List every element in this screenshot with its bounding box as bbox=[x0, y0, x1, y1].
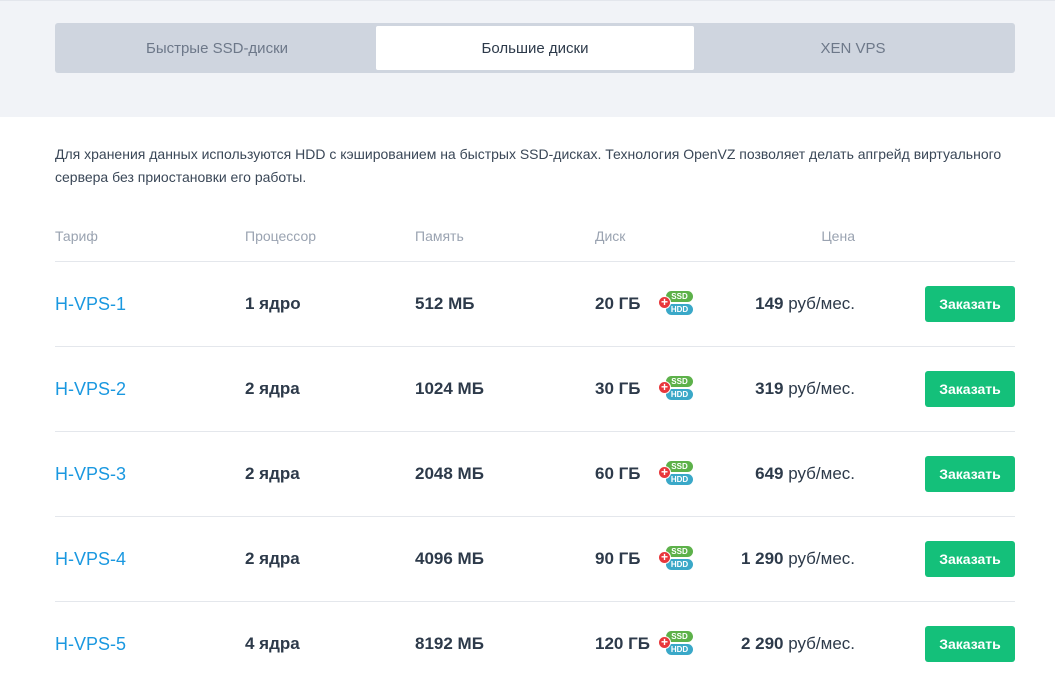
header-cpu: Процессор bbox=[245, 228, 317, 244]
plan-cpu: 1 ядро bbox=[245, 294, 301, 313]
tab-ssd-disks[interactable]: Быстрые SSD-диски bbox=[58, 26, 376, 70]
tab-big-disks[interactable]: Большие диски bbox=[376, 26, 694, 70]
ssd-hdd-badge-icon: SSD HDD + bbox=[658, 631, 694, 655]
plan-price-value: 149 bbox=[755, 294, 784, 313]
price-unit: руб/мес. bbox=[788, 294, 855, 313]
plus-icon: + bbox=[658, 466, 671, 479]
price-unit: руб/мес. bbox=[788, 379, 855, 398]
plan-memory: 1024 МБ bbox=[415, 379, 484, 398]
plan-price: 149 руб/мес. bbox=[700, 294, 855, 314]
price-unit: руб/мес. bbox=[788, 464, 855, 483]
plan-disk: 30 ГБ bbox=[595, 379, 641, 398]
table-row: H-VPS-3 2 ядра 2048 МБ 60 ГБ SSD HDD + 649 руб/… bbox=[0, 431, 1055, 516]
plan-memory: 2048 МБ bbox=[415, 464, 484, 483]
ssd-hdd-badge-icon: SSD HDD + bbox=[658, 376, 694, 400]
table-row: H-VPS-5 4 ядра 8192 МБ 120 ГБ SSD HDD + 2 290 р… bbox=[0, 601, 1055, 686]
plan-price-value: 649 bbox=[755, 464, 784, 483]
plan-name-link[interactable]: H-VPS-1 bbox=[55, 294, 126, 315]
plus-icon: + bbox=[658, 381, 671, 394]
tab-bar: Быстрые SSD-диски Большие диски XEN VPS bbox=[55, 23, 1015, 73]
header-memory: Память bbox=[415, 228, 464, 244]
plan-disk: 120 ГБ bbox=[595, 634, 650, 653]
table-row: H-VPS-2 2 ядра 1024 МБ 30 ГБ SSD HDD + 319 руб/… bbox=[0, 346, 1055, 431]
plan-name-link[interactable]: H-VPS-2 bbox=[55, 379, 126, 400]
plan-cpu: 2 ядра bbox=[245, 464, 300, 483]
plan-memory: 8192 МБ bbox=[415, 634, 484, 653]
plan-disk: 60 ГБ bbox=[595, 464, 641, 483]
tab-xen-vps[interactable]: XEN VPS bbox=[694, 26, 1012, 70]
plan-cpu: 4 ядра bbox=[245, 634, 300, 653]
plan-disk: 20 ГБ bbox=[595, 294, 641, 313]
plan-description: Для хранения данных используются HDD с к… bbox=[55, 146, 1002, 185]
plan-price: 649 руб/мес. bbox=[700, 464, 855, 484]
header-plan: Тариф bbox=[55, 228, 98, 244]
order-button[interactable]: Заказать bbox=[925, 541, 1015, 577]
plan-name-link[interactable]: H-VPS-4 bbox=[55, 549, 126, 570]
price-unit: руб/мес. bbox=[788, 549, 855, 568]
order-button[interactable]: Заказать bbox=[925, 626, 1015, 662]
plan-price-value: 319 bbox=[755, 379, 784, 398]
table-row: H-VPS-1 1 ядро 512 МБ 20 ГБ SSD HDD + 149 руб/м… bbox=[0, 261, 1055, 346]
plan-cpu: 2 ядра bbox=[245, 379, 300, 398]
plan-price: 1 290 руб/мес. bbox=[700, 549, 855, 569]
ssd-hdd-badge-icon: SSD HDD + bbox=[658, 546, 694, 570]
ssd-hdd-badge-icon: SSD HDD + bbox=[658, 291, 694, 315]
header-disk: Диск bbox=[595, 228, 626, 244]
price-unit: руб/мес. bbox=[788, 634, 855, 653]
table-row: H-VPS-4 2 ядра 4096 МБ 90 ГБ SSD HDD + 1 290 ру… bbox=[0, 516, 1055, 601]
header-price: Цена bbox=[821, 228, 855, 244]
plan-price: 319 руб/мес. bbox=[700, 379, 855, 399]
tabs-band: Быстрые SSD-диски Большие диски XEN VPS bbox=[0, 0, 1055, 117]
plan-cpu: 2 ядра bbox=[245, 549, 300, 568]
order-button[interactable]: Заказать bbox=[925, 286, 1015, 322]
plan-price-value: 1 290 bbox=[740, 549, 784, 568]
plus-icon: + bbox=[658, 551, 671, 564]
table-header: Тариф Процессор Память Диск Цена bbox=[0, 228, 1055, 248]
plan-name-link[interactable]: H-VPS-3 bbox=[55, 464, 126, 485]
plan-memory: 512 МБ bbox=[415, 294, 475, 313]
order-button[interactable]: Заказать bbox=[925, 456, 1015, 492]
plus-icon: + bbox=[658, 636, 671, 649]
plan-name-link[interactable]: H-VPS-5 bbox=[55, 634, 126, 655]
plan-memory: 4096 МБ bbox=[415, 549, 484, 568]
order-button[interactable]: Заказать bbox=[925, 371, 1015, 407]
plus-icon: + bbox=[658, 296, 671, 309]
plan-price: 2 290 руб/мес. bbox=[700, 634, 855, 654]
plan-disk: 90 ГБ bbox=[595, 549, 641, 568]
plan-price-value: 2 290 bbox=[740, 634, 784, 653]
ssd-hdd-badge-icon: SSD HDD + bbox=[658, 461, 694, 485]
